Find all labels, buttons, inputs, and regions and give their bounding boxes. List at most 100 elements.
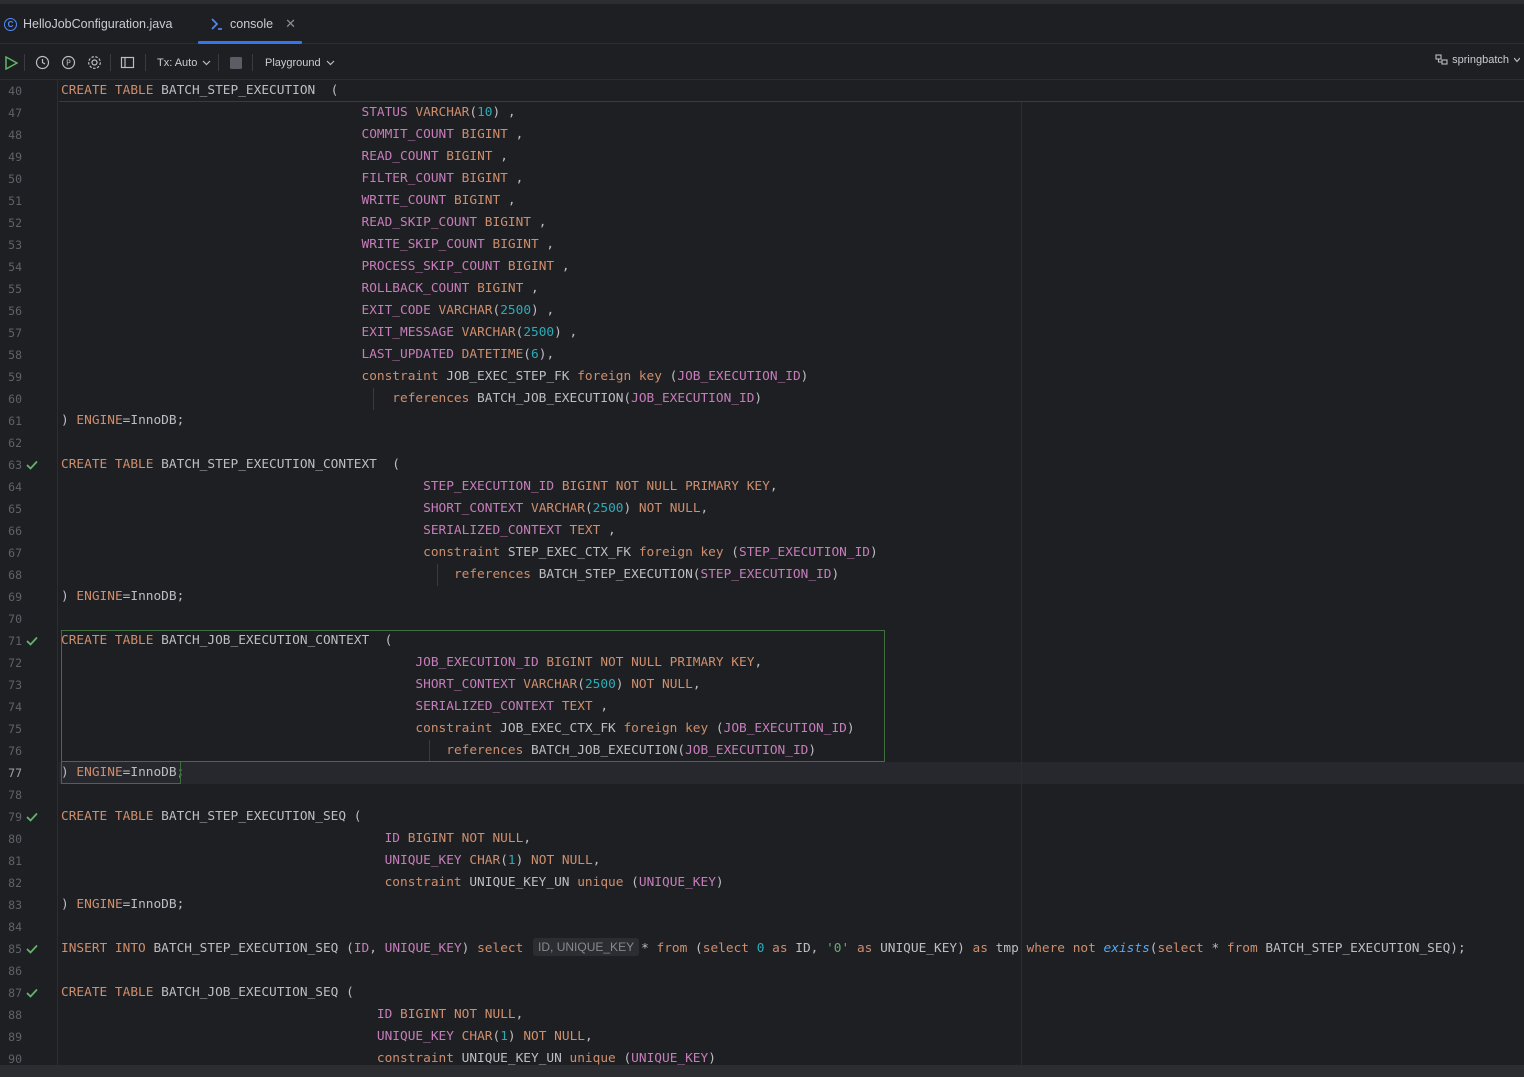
- sql-editor[interactable]: STATUS VARCHAR(10) , COMMIT_COUNT BIGINT…: [59, 80, 1524, 1065]
- code-token: ): [61, 897, 77, 912]
- executed-check-icon[interactable]: [26, 982, 40, 1004]
- tab-console[interactable]: console ✕: [198, 4, 302, 44]
- execute-icon[interactable]: [4, 54, 18, 71]
- executed-check-icon[interactable]: [26, 938, 40, 960]
- code-token: tmp: [987, 941, 1027, 956]
- executed-check-icon[interactable]: [26, 806, 40, 828]
- line-number: 86: [8, 964, 22, 978]
- line-number: 74: [8, 700, 22, 714]
- line-number: 79: [8, 810, 22, 824]
- line-number: 77: [8, 766, 22, 780]
- sticky-table-name: BATCH_STEP_EXECUTION (: [153, 83, 339, 98]
- code-token: ,: [600, 523, 616, 538]
- code-token: ,: [538, 237, 555, 252]
- code-token: (: [584, 501, 593, 516]
- line-number: 63: [8, 458, 22, 472]
- more-options-icon[interactable]: ⋮: [1518, 12, 1524, 26]
- stop-icon[interactable]: [230, 54, 242, 71]
- tab-hello-job-configuration[interactable]: C HelloJobConfiguration.java: [0, 4, 190, 44]
- code-token: STEP_EXECUTION_ID: [700, 567, 832, 582]
- code-token: *: [1203, 941, 1227, 956]
- code-token: ,: [515, 1007, 524, 1022]
- current-line-highlight: [59, 762, 1524, 784]
- code-token: as: [972, 941, 988, 956]
- line-number: 84: [8, 920, 22, 934]
- line-number: 48: [8, 128, 22, 142]
- close-icon[interactable]: ✕: [285, 16, 296, 32]
- code-line: ) ENGINE=InnoDB;: [61, 410, 184, 432]
- playground-label: Playground: [265, 56, 321, 69]
- datasource-label: springbatch: [1452, 54, 1509, 66]
- code-token: foreign key: [577, 369, 662, 384]
- code-line: ID BIGINT NOT NULL,: [61, 1004, 523, 1026]
- line-number: 64: [8, 480, 22, 494]
- code-line: PROCESS_SKIP_COUNT BIGINT ,: [61, 256, 569, 278]
- code-token: constraint: [361, 369, 439, 384]
- explain-plan-icon[interactable]: P: [61, 54, 76, 71]
- code-token: exists: [1103, 941, 1150, 956]
- code-token: select: [477, 941, 524, 956]
- code-token: ): [754, 391, 763, 406]
- code-token: (: [661, 369, 678, 384]
- code-token: unique: [569, 1051, 616, 1065]
- code-line: STATUS VARCHAR(10) ,: [61, 102, 515, 124]
- code-token: unique: [577, 875, 624, 890]
- layout-icon[interactable]: [120, 54, 135, 71]
- code-token: foreign key: [638, 545, 724, 560]
- sticky-scroll-header[interactable]: CREATE TABLE BATCH_STEP_EXECUTION (: [59, 80, 1524, 102]
- line-number: 58: [8, 348, 22, 362]
- settings-icon[interactable]: [87, 54, 102, 71]
- code-token: ,: [531, 215, 547, 230]
- code-token: 2500: [523, 325, 555, 340]
- line-number: 87: [8, 986, 22, 1000]
- code-line: ROLLBACK_COUNT BIGINT ,: [61, 278, 538, 300]
- line-number: 60: [8, 392, 22, 406]
- code-token: STEP_EXECUTION_ID: [739, 545, 870, 560]
- horizontal-scrollbar[interactable]: [0, 1065, 1524, 1077]
- code-line: READ_COUNT BIGINT ,: [61, 146, 508, 168]
- code-line: COMMIT_COUNT BIGINT ,: [61, 124, 523, 146]
- right-margin-guide: [1021, 102, 1022, 1065]
- datasource-selector[interactable]: springbatch: [1435, 54, 1520, 66]
- line-number: 54: [8, 260, 22, 274]
- code-token: ,: [492, 149, 508, 164]
- line-number: 62: [8, 436, 22, 450]
- playground-dropdown[interactable]: Playground: [265, 54, 335, 71]
- line-number: 59: [8, 370, 22, 384]
- executed-check-icon[interactable]: [26, 454, 40, 476]
- code-token: ENGINE: [76, 897, 123, 912]
- code-token: BIGINT: [477, 281, 524, 296]
- executed-check-icon[interactable]: [26, 630, 40, 652]
- code-token: constraint: [384, 875, 462, 890]
- code-token: as: [772, 941, 788, 956]
- line-number: 71: [8, 634, 22, 648]
- toolbar-divider: [252, 54, 253, 71]
- code-token: ): [515, 853, 532, 868]
- code-token: ID: [353, 941, 370, 956]
- code-token: UNIQUE_KEY: [631, 1051, 709, 1065]
- line-number: 69: [8, 590, 22, 604]
- history-icon[interactable]: [35, 54, 50, 71]
- code-line: READ_SKIP_COUNT BIGINT ,: [61, 212, 546, 234]
- code-token: STEP_EXECUTION_ID: [423, 479, 555, 494]
- code-line: constraint JOB_EXEC_STEP_FK foreign key …: [61, 366, 808, 388]
- code-line: ) ENGINE=InnoDB;: [61, 894, 184, 916]
- code-token: (: [1149, 941, 1158, 956]
- code-token: NOT NULL: [638, 501, 701, 516]
- code-token: BIGINT: [461, 171, 508, 186]
- code-token: FILTER_COUNT: [361, 171, 454, 186]
- code-token: JOB_EXECUTION_ID: [631, 391, 755, 406]
- transaction-mode-dropdown[interactable]: Tx: Auto: [157, 54, 211, 71]
